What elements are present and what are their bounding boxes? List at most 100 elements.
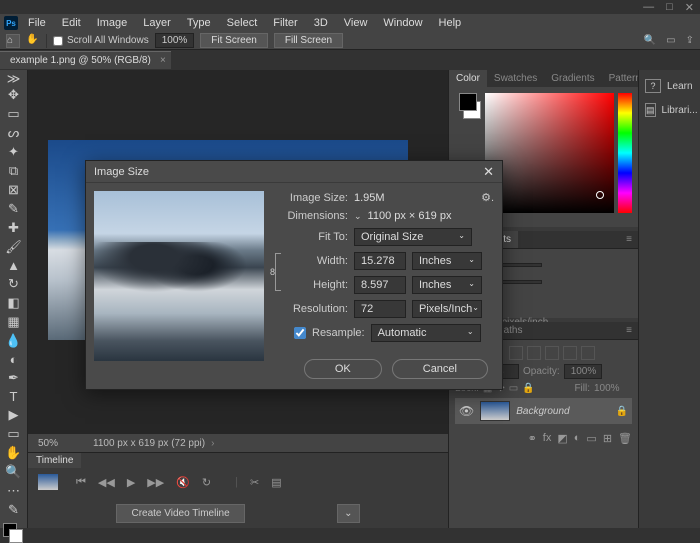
crop-tool-icon[interactable]: ⧉	[4, 163, 24, 179]
status-zoom-field[interactable]: 50%	[28, 438, 83, 449]
edit-toolbar-icon[interactable]: ✎	[4, 502, 24, 518]
eraser-tool-icon[interactable]: ◧	[4, 295, 24, 311]
cancel-button[interactable]: Cancel	[392, 359, 488, 379]
frame-tool-icon[interactable]: ⊠	[4, 182, 24, 198]
foreground-color-swatch[interactable]	[459, 93, 477, 111]
fit-to-dropdown[interactable]: Original Size⌄	[354, 228, 472, 246]
delete-layer-icon[interactable]: 🗑	[618, 432, 632, 445]
pen-tool-icon[interactable]: ✒	[4, 370, 24, 386]
opacity-field[interactable]: 100%	[564, 364, 602, 379]
fit-screen-button[interactable]: Fit Screen	[200, 33, 268, 48]
height-unit-dropdown[interactable]: Inches⌄	[412, 276, 482, 294]
hand-tool-icon[interactable]: ✋	[26, 34, 40, 48]
filter-pixel-icon[interactable]	[509, 346, 523, 360]
layer-style-icon[interactable]: fx	[543, 432, 552, 445]
dimensions-disclosure-icon[interactable]: ⌄	[354, 211, 362, 222]
menu-layer[interactable]: Layer	[137, 15, 177, 31]
brush-tool-icon[interactable]: 🖌	[4, 239, 24, 255]
prev-frame-icon[interactable]: ◀◀	[98, 476, 115, 489]
layer-thumbnail[interactable]	[480, 401, 510, 421]
zoom-tool-icon[interactable]: 🔍	[4, 464, 24, 480]
gradient-tool-icon[interactable]: ▦	[4, 314, 24, 330]
filter-shape-icon[interactable]	[563, 346, 577, 360]
heal-tool-icon[interactable]: ✚	[4, 220, 24, 236]
lock-artboard-icon[interactable]: ▭	[509, 383, 518, 394]
timeline-tab[interactable]: Timeline	[28, 453, 81, 468]
layer-lock-icon[interactable]: 🔒	[616, 406, 628, 417]
home-icon[interactable]: ⌂	[6, 34, 20, 48]
learn-panel-button[interactable]: ? Learn	[639, 74, 700, 98]
status-doc-info[interactable]: 1100 px x 619 px (72 ppi)	[83, 438, 205, 449]
props-y-field[interactable]	[502, 280, 542, 284]
menu-edit[interactable]: Edit	[56, 15, 87, 31]
width-unit-dropdown[interactable]: Inches⌄	[412, 252, 482, 270]
filter-adjust-icon[interactable]	[527, 346, 541, 360]
minimize-button[interactable]: —	[643, 1, 654, 13]
resolution-unit-dropdown[interactable]: Pixels/Inch⌄	[412, 300, 482, 318]
split-icon[interactable]: ✂	[250, 476, 259, 489]
resolution-input[interactable]: 72	[354, 300, 406, 318]
shape-tool-icon[interactable]: ▭	[4, 426, 24, 442]
close-tab-icon[interactable]: ×	[160, 55, 166, 66]
status-chevron-right-icon[interactable]: ›	[211, 438, 214, 449]
menu-help[interactable]: Help	[433, 15, 468, 31]
expand-tools-icon[interactable]: ≫	[4, 74, 24, 84]
marquee-tool-icon[interactable]: ▭	[4, 106, 24, 122]
close-button[interactable]: ✕	[685, 1, 694, 14]
workspace-icon[interactable]: ▭	[666, 35, 675, 46]
fill-field[interactable]: 100%	[594, 383, 632, 394]
stamp-tool-icon[interactable]: ▲	[4, 258, 24, 273]
transition-icon[interactable]: ▤	[271, 476, 281, 489]
magic-wand-tool-icon[interactable]: ✦	[4, 144, 24, 160]
color-swap-icon[interactable]	[3, 523, 25, 528]
panel-menu-icon[interactable]: ≡	[620, 322, 638, 339]
layer-mask-icon[interactable]: ◩	[557, 432, 567, 445]
menu-window[interactable]: Window	[377, 15, 428, 31]
zoom-field[interactable]: 100%	[155, 33, 195, 48]
panel-menu-icon[interactable]: ≡	[620, 231, 638, 248]
timeline-mode-dropdown[interactable]: ⌄	[337, 504, 359, 523]
blur-tool-icon[interactable]: 💧	[4, 333, 24, 349]
more-tools-icon[interactable]: ⋯	[4, 483, 24, 499]
height-input[interactable]: 8.597	[354, 276, 406, 294]
eyedropper-tool-icon[interactable]: ✎	[4, 201, 24, 217]
props-x-field[interactable]	[502, 263, 542, 267]
fill-screen-button[interactable]: Fill Screen	[274, 33, 343, 48]
color-tab[interactable]: Color	[449, 70, 487, 87]
color-field[interactable]	[485, 93, 614, 213]
filter-smart-icon[interactable]	[581, 346, 595, 360]
constrain-proportions-icon[interactable]: 8	[272, 253, 282, 291]
history-brush-tool-icon[interactable]: ↻	[4, 276, 24, 292]
menu-3d[interactable]: 3D	[308, 15, 334, 31]
hue-slider[interactable]	[618, 93, 632, 213]
new-layer-icon[interactable]: ⊞	[603, 432, 612, 445]
resample-dropdown[interactable]: Automatic⌄	[371, 324, 481, 342]
loop-icon[interactable]: ↻	[202, 476, 211, 489]
create-video-timeline-button[interactable]: Create Video Timeline	[116, 504, 244, 523]
dialog-close-icon[interactable]: ✕	[483, 164, 494, 180]
filter-type-icon[interactable]	[545, 346, 559, 360]
menu-filter[interactable]: Filter	[267, 15, 303, 31]
type-tool-icon[interactable]: T	[4, 389, 24, 404]
width-input[interactable]: 15.278	[354, 252, 406, 270]
go-to-first-frame-icon[interactable]: ⏮	[76, 476, 86, 489]
next-frame-icon[interactable]: ▶▶	[147, 476, 164, 489]
menu-image[interactable]: Image	[91, 15, 134, 31]
move-tool-icon[interactable]: ✥	[4, 87, 24, 103]
path-select-tool-icon[interactable]: ▶	[4, 407, 24, 423]
maximize-button[interactable]: □	[666, 1, 673, 13]
menu-type[interactable]: Type	[181, 15, 217, 31]
document-tab[interactable]: example 1.png @ 50% (RGB/8) ×	[0, 51, 171, 69]
libraries-panel-button[interactable]: ▤ Librari...	[639, 98, 700, 122]
menu-file[interactable]: File	[22, 15, 52, 31]
dodge-tool-icon[interactable]: ◐	[4, 352, 24, 367]
gradients-tab[interactable]: Gradients	[544, 70, 601, 87]
group-layers-icon[interactable]: ▭	[586, 432, 596, 445]
resample-checkbox[interactable]	[294, 327, 306, 339]
share-icon[interactable]: ⇪	[686, 35, 694, 46]
dialog-titlebar[interactable]: Image Size ✕	[86, 161, 502, 183]
audio-icon[interactable]: 🔇	[176, 476, 190, 489]
ok-button[interactable]: OK	[304, 359, 382, 379]
menu-view[interactable]: View	[338, 15, 374, 31]
scroll-all-windows-checkbox[interactable]: Scroll All Windows	[53, 35, 149, 46]
